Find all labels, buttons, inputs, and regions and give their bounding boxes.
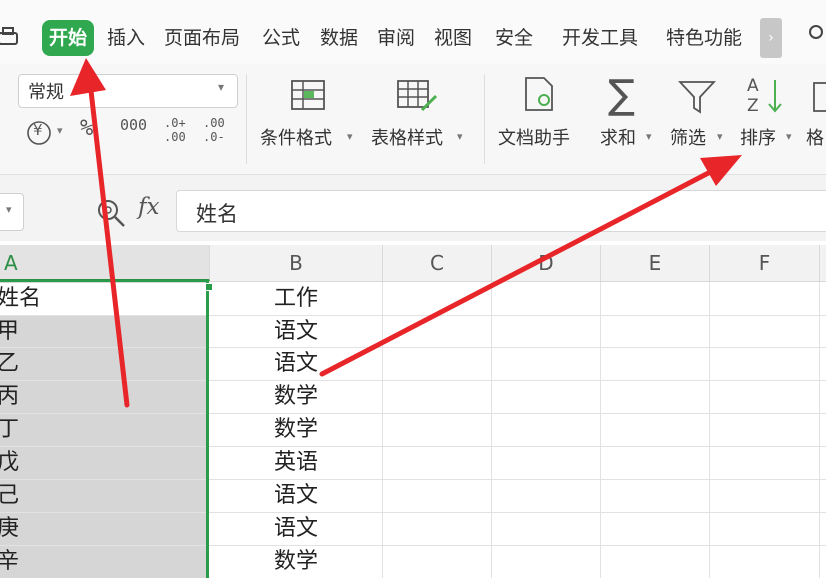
- tab-developer[interactable]: 开发工具: [562, 22, 638, 54]
- table-style-icon[interactable]: [396, 78, 438, 114]
- column-header-b[interactable]: B: [210, 245, 383, 281]
- sort-icon[interactable]: A Z: [745, 74, 787, 116]
- tab-review[interactable]: 审阅: [377, 22, 415, 54]
- cell-b2[interactable]: 语文: [274, 316, 318, 348]
- selected-column-a[interactable]: [0, 282, 209, 578]
- conditional-format-button[interactable]: 条件格式: [260, 124, 332, 150]
- formula-content: 姓名: [196, 202, 238, 226]
- chevron-down-icon[interactable]: ▾: [457, 130, 463, 143]
- chevron-down-icon[interactable]: ▾: [717, 130, 723, 143]
- fill-handle[interactable]: [205, 283, 213, 291]
- name-box[interactable]: [0, 193, 24, 231]
- tab-data[interactable]: 数据: [320, 22, 358, 54]
- row-line: [0, 446, 826, 447]
- cell-a8[interactable]: 庚: [0, 513, 19, 545]
- column-line: [382, 282, 383, 578]
- format-icon[interactable]: [812, 80, 826, 114]
- column-header-d[interactable]: D: [492, 245, 601, 281]
- thousands-separator-button[interactable]: 000: [120, 116, 147, 134]
- conditional-format-icon[interactable]: [290, 78, 328, 114]
- cell-a2[interactable]: 甲: [0, 316, 19, 348]
- format-button[interactable]: 格: [806, 124, 824, 150]
- tab-security[interactable]: 安全: [495, 22, 533, 54]
- chevron-down-icon[interactable]: ▾: [786, 130, 792, 143]
- cell-a6[interactable]: 戊: [0, 447, 19, 479]
- percent-button[interactable]: %: [80, 116, 93, 141]
- filter-icon[interactable]: [678, 80, 716, 114]
- column-header-f[interactable]: F: [710, 245, 820, 281]
- row-line: [0, 315, 826, 316]
- ribbon-divider: [484, 74, 485, 164]
- filter-button[interactable]: 筛选: [670, 124, 706, 150]
- cell-b3[interactable]: 语文: [274, 348, 318, 380]
- increase-decimal-button[interactable]: .0+ .00: [164, 116, 192, 144]
- sum-button[interactable]: 求和: [600, 124, 636, 150]
- insert-function-button[interactable]: fx: [138, 194, 159, 220]
- cell-b9[interactable]: 数学: [274, 546, 318, 578]
- tab-page-layout[interactable]: 页面布局: [164, 22, 240, 54]
- tab-formulas[interactable]: 公式: [262, 22, 300, 54]
- cell-b8[interactable]: 语文: [274, 513, 318, 545]
- formula-input[interactable]: [176, 190, 826, 232]
- row-line: [0, 413, 826, 414]
- row-line: [0, 479, 826, 480]
- search-icon[interactable]: [808, 24, 826, 42]
- column-header-e[interactable]: E: [601, 245, 710, 281]
- row-line: [0, 545, 826, 546]
- svg-text:Z: Z: [747, 96, 759, 116]
- print-icon[interactable]: [0, 26, 20, 50]
- column-line: [709, 282, 710, 578]
- sort-button[interactable]: 排序: [740, 124, 776, 150]
- tab-insert[interactable]: 插入: [107, 22, 145, 54]
- column-header-a[interactable]: A: [0, 245, 210, 281]
- cell-b4[interactable]: 数学: [274, 381, 318, 413]
- tab-home[interactable]: 开始: [42, 20, 95, 56]
- ribbon-divider: [246, 74, 247, 164]
- column-line: [600, 282, 601, 578]
- cell-a1[interactable]: 姓名: [0, 283, 41, 315]
- number-format-value: 常规: [28, 82, 64, 103]
- row-line: [0, 347, 826, 348]
- cell-b7[interactable]: 语文: [274, 480, 318, 512]
- cell-a5[interactable]: 丁: [0, 414, 19, 446]
- currency-symbol: ¥: [33, 121, 43, 139]
- chevron-down-icon[interactable]: ▾: [57, 124, 63, 137]
- decrease-decimal-button[interactable]: .00 .0-: [203, 116, 231, 144]
- cell-a3[interactable]: 乙: [0, 348, 19, 380]
- cell-a9[interactable]: 辛: [0, 546, 19, 578]
- cell-a7[interactable]: 己: [0, 480, 19, 512]
- cell-b6[interactable]: 英语: [274, 447, 318, 479]
- cell-b5[interactable]: 数学: [274, 414, 318, 446]
- chevron-down-icon: ▾: [218, 80, 225, 94]
- selection-border: [0, 280, 209, 282]
- zoom-icon[interactable]: [96, 198, 126, 228]
- chevron-down-icon[interactable]: ▾: [646, 130, 652, 143]
- row-line: [0, 380, 826, 381]
- svg-text:A: A: [747, 76, 759, 96]
- row-line: [0, 512, 826, 513]
- selection-border: [206, 282, 209, 578]
- chevron-down-icon[interactable]: ▾: [6, 203, 12, 216]
- chevron-down-icon[interactable]: ▾: [347, 130, 353, 143]
- cell-a4[interactable]: 丙: [0, 381, 19, 413]
- column-line: [491, 282, 492, 578]
- column-header-c[interactable]: C: [383, 245, 492, 281]
- more-tabs-button[interactable]: ›: [760, 18, 782, 58]
- cell-b1[interactable]: 工作: [274, 283, 318, 315]
- column-line: [819, 282, 820, 578]
- tab-view[interactable]: 视图: [434, 22, 472, 54]
- document-helper-button[interactable]: 文档助手: [498, 124, 570, 150]
- sum-icon[interactable]: ∑: [608, 72, 635, 118]
- document-helper-icon[interactable]: [522, 76, 558, 114]
- tab-special-features[interactable]: 特色功能: [666, 22, 742, 54]
- table-style-button[interactable]: 表格样式: [371, 124, 443, 150]
